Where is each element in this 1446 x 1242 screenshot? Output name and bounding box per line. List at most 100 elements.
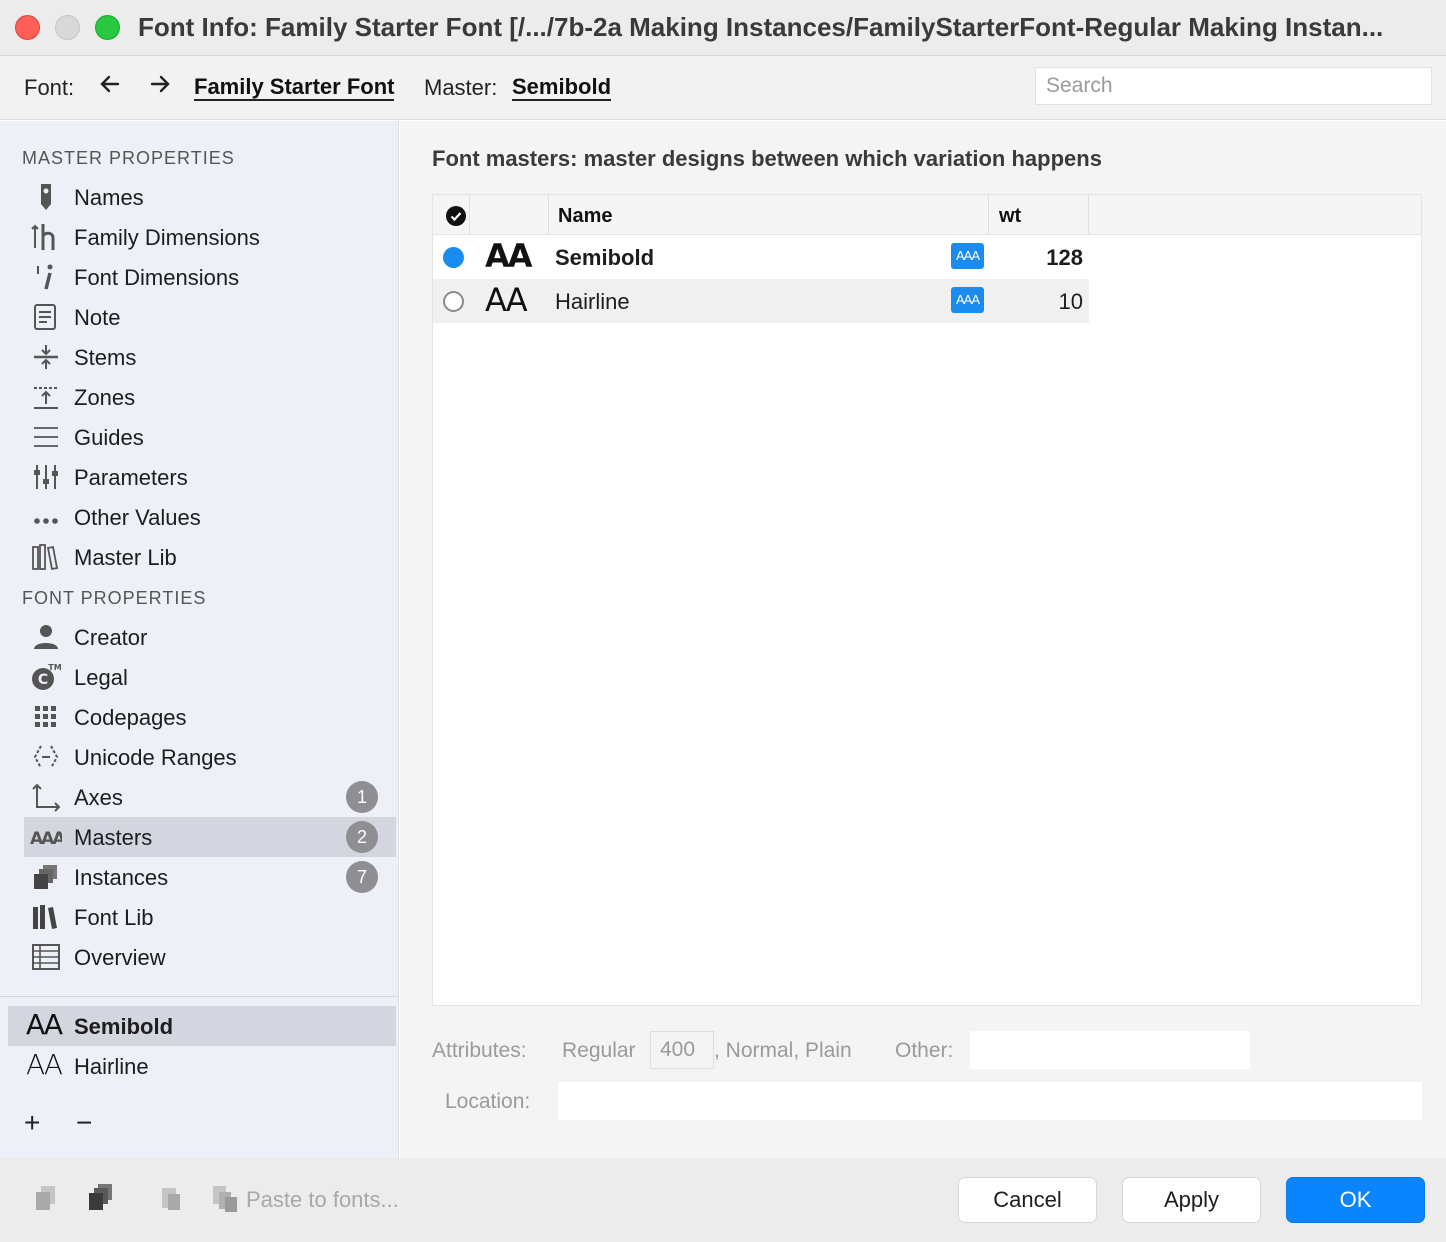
sidebar-item-instances[interactable]: Instances 7 (24, 857, 396, 897)
paste-icon[interactable] (158, 1182, 188, 1216)
copy-all-icon[interactable] (86, 1182, 116, 1216)
column-header-wt[interactable]: wt (999, 205, 1021, 228)
sidebar-item-label: Note (74, 305, 121, 330)
add-master-button[interactable]: + (24, 1107, 40, 1139)
sidebar-item-label: Family Dimensions (74, 225, 260, 250)
svg-text:C: C (38, 672, 48, 688)
check-all-icon[interactable] (446, 206, 466, 226)
apply-button[interactable]: Apply (1122, 1177, 1261, 1223)
sidebar-item-label: Overview (74, 945, 166, 970)
window-title: Font Info: Family Starter Font [/.../7b-… (138, 12, 1384, 42)
toolbar: Font: Family Starter Font Master: Semibo… (0, 56, 1446, 120)
weight-cell[interactable]: 10 (993, 289, 1083, 315)
axes-icon (32, 783, 61, 812)
sidebar-item-parameters[interactable]: Parameters (24, 457, 396, 497)
section-title: Font masters: master designs between whi… (432, 146, 1102, 171)
sidebar-item-legal[interactable]: C TM Legal (24, 657, 396, 697)
sidebar-divider (0, 996, 399, 997)
master-name-cell[interactable]: Hairline (555, 289, 630, 315)
arrow-right-icon[interactable] (148, 72, 172, 103)
location-label: Location: (445, 1090, 531, 1113)
sidebar-item-zones[interactable]: Zones (24, 377, 396, 417)
count-badge: 2 (346, 821, 378, 853)
sidebar-item-label: Master Lib (74, 545, 177, 570)
masters-icon[interactable]: AAA (951, 287, 984, 313)
guides-icon (34, 427, 58, 447)
master-list-item-semibold[interactable]: AA Semibold (8, 1006, 396, 1046)
remove-master-button[interactable]: − (76, 1107, 92, 1139)
sidebar-item-font-dimensions[interactable]: Font Dimensions (24, 257, 396, 297)
sidebar-item-label: Unicode Ranges (74, 745, 237, 770)
column-header-name[interactable]: Name (558, 205, 612, 228)
minimize-window-button[interactable] (55, 15, 80, 40)
sidebar-item-axes[interactable]: Axes 1 (24, 777, 396, 817)
sidebar-item-note[interactable]: Note (24, 297, 396, 337)
sidebar-item-overview[interactable]: Overview (24, 937, 396, 977)
sidebar-item-creator[interactable]: Creator (24, 617, 396, 657)
title-bar: Font Info: Family Starter Font [/.../7b-… (0, 0, 1446, 56)
sidebar-item-masters[interactable]: AAA Masters 2 (24, 817, 396, 857)
sidebar-item-codepages[interactable]: Codepages (24, 697, 396, 737)
search-input[interactable]: Search (1035, 67, 1432, 105)
active-master-radio[interactable] (443, 291, 464, 312)
font-label: Font: (24, 75, 75, 100)
cancel-button[interactable]: Cancel (958, 1177, 1097, 1223)
font-name-link[interactable]: Family Starter Font (194, 75, 395, 101)
grid-icon (35, 706, 56, 727)
sidebar-item-label: Names (74, 185, 144, 210)
active-master-radio[interactable] (443, 247, 464, 268)
sidebar-item-label: Axes (74, 785, 123, 810)
paste-to-fonts-button[interactable]: Paste to fonts... (246, 1187, 399, 1213)
sidebar-item-master-lib[interactable]: Master Lib (24, 537, 396, 577)
table-row[interactable]: AA Semibold AAA 128 (433, 235, 1089, 279)
table-row[interactable]: AA Hairline AAA 10 (433, 279, 1089, 323)
master-glyph-preview: AA (26, 1048, 63, 1081)
location-field[interactable] (558, 1082, 1422, 1120)
other-label: Other: (895, 1039, 954, 1062)
sidebar-item-label: Parameters (74, 465, 188, 490)
weight-name[interactable]: Regular (562, 1039, 636, 1063)
master-name-cell[interactable]: Semibold (555, 245, 654, 271)
sidebar-item-label: Font Lib (74, 905, 154, 930)
ellipsis-icon (34, 518, 58, 524)
note-icon (34, 304, 56, 330)
sidebar-item-other-values[interactable]: Other Values (24, 497, 396, 537)
main-panel: Font masters: master designs between whi… (400, 121, 1446, 1158)
svg-text:AAA: AAA (30, 829, 62, 849)
master-name-link[interactable]: Semibold (512, 75, 612, 101)
master-list-item-hairline[interactable]: AA Hairline (8, 1046, 396, 1086)
sidebar-item-font-lib[interactable]: Font Lib (24, 897, 396, 937)
sidebar-item-label: Legal (74, 665, 128, 690)
masters-icon[interactable]: AAA (951, 243, 984, 269)
master-glyph-preview: AA (485, 281, 528, 319)
master-list-name: Hairline (74, 1054, 149, 1079)
copy-icon[interactable] (32, 1182, 62, 1216)
zoom-window-button[interactable] (95, 15, 120, 40)
sidebar-item-stems[interactable]: Stems (24, 337, 396, 377)
sidebar-item-guides[interactable]: Guides (24, 417, 396, 457)
sidebar-item-unicode-ranges[interactable]: Unicode Ranges (24, 737, 396, 777)
other-field[interactable] (970, 1031, 1250, 1069)
ok-button[interactable]: OK (1286, 1177, 1425, 1223)
sidebar-item-label: Zones (74, 385, 136, 410)
weight-cell[interactable]: 128 (993, 245, 1083, 271)
sidebar-item-names[interactable]: Names (24, 177, 396, 217)
tag-icon (41, 184, 51, 210)
font-dimensions-icon (37, 264, 53, 290)
arrow-left-icon[interactable] (98, 72, 122, 103)
family-dimensions-icon (31, 224, 55, 250)
library-icon (32, 544, 59, 571)
count-badge: 7 (346, 861, 378, 893)
attributes-rest[interactable]: , Normal, Plain (714, 1039, 852, 1063)
sidebar-item-label: Guides (74, 425, 144, 450)
close-window-button[interactable] (15, 15, 40, 40)
instances-icon (34, 865, 57, 889)
weight-value[interactable]: 400 (650, 1031, 714, 1069)
sidebar-item-family-dimensions[interactable]: Family Dimensions (24, 217, 396, 257)
sidebar-item-label: Font Dimensions (74, 265, 240, 290)
sidebar-item-label: Masters (74, 825, 153, 850)
svg-text:TM: TM (48, 663, 61, 672)
attributes-label: Attributes: (432, 1039, 527, 1062)
paste-to-fonts-icon[interactable] (210, 1182, 240, 1216)
copyright-icon: CTM (32, 663, 62, 690)
